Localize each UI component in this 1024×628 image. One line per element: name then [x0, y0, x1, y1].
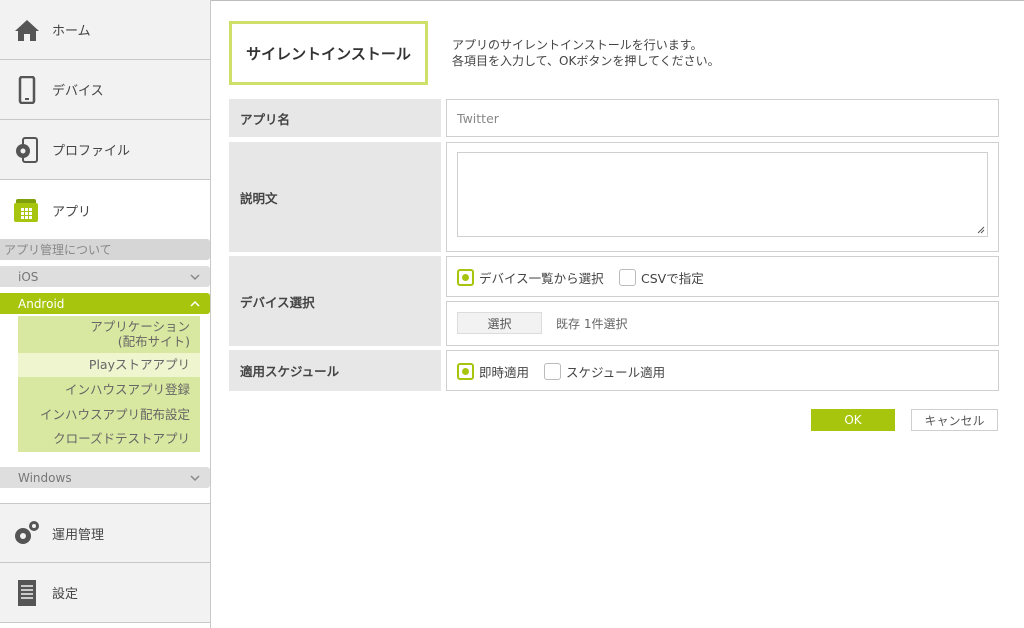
- radio-checked-icon: [457, 363, 474, 380]
- description-line-2: 各項目を入力して、OKボタンを押してください。: [452, 54, 720, 68]
- app-icon: [12, 195, 42, 225]
- description-textarea[interactable]: [457, 152, 988, 237]
- app-name-label: アプリ名: [229, 99, 441, 137]
- schedule-immediate-radio[interactable]: 即時適用: [457, 362, 529, 381]
- home-icon: [12, 15, 42, 45]
- nav-app-label: アプリ: [52, 204, 92, 220]
- ios-section[interactable]: iOS: [0, 266, 210, 287]
- submenu-inhouse-register[interactable]: インハウスアプリ登録: [65, 382, 190, 398]
- submenu-closed-test[interactable]: クローズドテストアプリ: [53, 431, 190, 447]
- radio-unchecked-icon: [619, 269, 636, 286]
- smartphone-icon: [12, 75, 42, 105]
- nav-profile-label: プロファイル: [52, 144, 131, 159]
- app-name-input[interactable]: Twitter: [446, 99, 999, 137]
- page-title: サイレントインストール: [229, 21, 428, 85]
- device-select-label: デバイス選択: [229, 256, 441, 346]
- android-submenu: アプリケーション (配布サイト) Playストアアプリ インハウスアプリ登録 イ…: [18, 316, 200, 452]
- app-about-label: アプリ管理について: [4, 243, 112, 257]
- chevron-up-icon: [190, 300, 200, 307]
- app-about-header[interactable]: アプリ管理について: [0, 239, 210, 260]
- nav-device[interactable]: デバイス: [0, 60, 210, 120]
- schedule-immediate-label: 即時適用: [479, 365, 530, 380]
- selection-info: 既存 1件選択: [556, 317, 628, 331]
- radio-unchecked-icon: [544, 363, 561, 380]
- device-csv-radio[interactable]: CSVで指定: [619, 268, 704, 287]
- nav-settings-label: 設定: [52, 587, 79, 602]
- submenu-application[interactable]: アプリケーション: [90, 319, 190, 335]
- description-label: 説明文: [229, 142, 441, 252]
- cancel-button[interactable]: キャンセル: [911, 409, 998, 431]
- device-from-list-label: デバイス一覧から選択: [479, 271, 604, 286]
- android-section[interactable]: Android: [0, 293, 210, 314]
- schedule-scheduled-label: スケジュール適用: [566, 365, 666, 380]
- device-csv-label: CSVで指定: [641, 271, 704, 286]
- page-description: アプリのサイレントインストールを行います。 各項目を入力して、OKボタンを押して…: [452, 37, 720, 69]
- schedule-scheduled-radio[interactable]: スケジュール適用: [544, 362, 665, 381]
- schedule-label: 適用スケジュール: [229, 350, 441, 391]
- sidebar: ホーム デバイス プロファイル アプリ アプリ管理について iOS Androi…: [0, 0, 211, 628]
- nav-home[interactable]: ホーム: [0, 0, 210, 60]
- ok-button[interactable]: OK: [811, 409, 895, 431]
- nav-app[interactable]: アプリ: [0, 180, 210, 240]
- android-label: Android: [18, 296, 65, 311]
- chevron-down-icon: [190, 273, 200, 280]
- radio-checked-icon: [457, 269, 474, 286]
- nav-operation-label: 運用管理: [52, 527, 105, 543]
- select-device-button[interactable]: 選択: [457, 312, 542, 334]
- submenu-playstore[interactable]: Playストアアプリ: [18, 353, 200, 377]
- document-icon: [12, 578, 42, 608]
- nav-operation[interactable]: 運用管理: [0, 503, 210, 563]
- nav-settings[interactable]: 設定: [0, 563, 210, 623]
- nav-home-label: ホーム: [52, 24, 91, 39]
- nav-profile[interactable]: プロファイル: [0, 120, 210, 180]
- description-line-1: アプリのサイレントインストールを行います。: [452, 38, 703, 52]
- windows-label: Windows: [18, 470, 72, 485]
- submenu-application-sub[interactable]: (配布サイト): [118, 334, 190, 350]
- resize-grip-icon[interactable]: [977, 226, 985, 234]
- profile-gear-icon: [12, 135, 42, 165]
- submenu-inhouse-distribution[interactable]: インハウスアプリ配布設定: [40, 407, 190, 423]
- chevron-down-icon: [190, 474, 200, 481]
- windows-section[interactable]: Windows: [0, 467, 210, 488]
- ios-label: iOS: [18, 269, 39, 284]
- nav-device-label: デバイス: [52, 84, 104, 99]
- gears-icon: [12, 518, 42, 548]
- device-from-list-radio[interactable]: デバイス一覧から選択: [457, 268, 604, 287]
